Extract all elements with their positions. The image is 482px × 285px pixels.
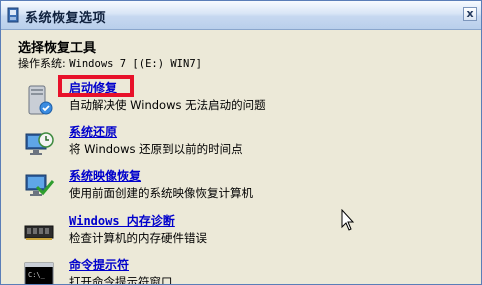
system-image-recovery-link[interactable]: 系统映像恢复 bbox=[69, 167, 141, 184]
system-restore-icon[interactable] bbox=[23, 128, 55, 160]
close-button[interactable]: x bbox=[463, 7, 477, 21]
os-info: 操作系统: Windows 7 [(E:) WIN7] bbox=[18, 55, 202, 71]
memory-diagnostic-icon[interactable] bbox=[23, 216, 55, 248]
os-value: Windows 7 [(E:) WIN7] bbox=[69, 58, 202, 70]
command-prompt-link[interactable]: 命令提示符 bbox=[69, 256, 129, 273]
memory-diagnostic-link[interactable]: Windows 内存诊断 bbox=[69, 212, 175, 229]
system-image-recovery-icon[interactable] bbox=[23, 171, 55, 203]
system-recovery-options-window: 系统恢复选项 x 选择恢复工具 操作系统: Windows 7 [(E:) WI… bbox=[0, 0, 482, 285]
system-restore-link[interactable]: 系统还原 bbox=[69, 123, 117, 140]
startup-repair-link[interactable]: 启动修复 bbox=[69, 79, 117, 96]
startup-repair-icon[interactable] bbox=[23, 84, 55, 116]
startup-repair-description: 自动解决使 Windows 无法启动的问题 bbox=[69, 98, 266, 112]
command-prompt-icon[interactable]: C:\_ bbox=[23, 260, 55, 285]
system-restore-description: 将 Windows 还原到以前的时间点 bbox=[69, 142, 243, 156]
os-label: 操作系统: bbox=[18, 57, 66, 70]
command-prompt-description: 打开命令提示符窗口 bbox=[69, 275, 173, 285]
svg-text:C:\_: C:\_ bbox=[28, 271, 46, 279]
mouse-cursor-icon bbox=[341, 209, 355, 231]
page-title: 选择恢复工具 bbox=[18, 41, 97, 56]
memory-diagnostic-description: 检查计算机的内存硬件错误 bbox=[69, 231, 207, 245]
recovery-disk-icon bbox=[7, 7, 19, 23]
title-bar[interactable]: 系统恢复选项 x bbox=[1, 1, 481, 30]
main-panel: 选择恢复工具 操作系统: Windows 7 [(E:) WIN7] 启动修复 … bbox=[1, 30, 481, 285]
window-title: 系统恢复选项 bbox=[25, 11, 107, 26]
system-image-recovery-description: 使用前面创建的系统映像恢复计算机 bbox=[69, 186, 253, 200]
